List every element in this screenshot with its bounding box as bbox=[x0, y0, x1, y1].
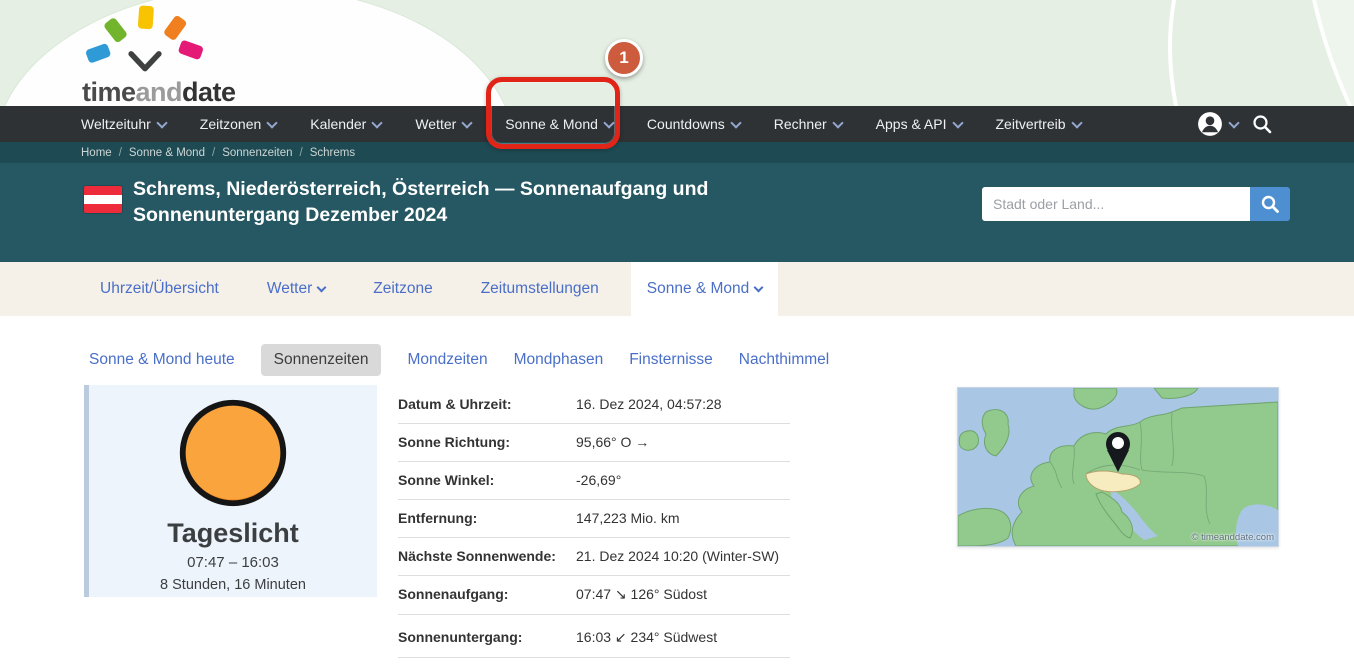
detail-row-datum-uhrzeit: Datum & Uhrzeit: 16. Dez 2024, 04:57:28 bbox=[398, 386, 790, 424]
location-search-input[interactable] bbox=[982, 187, 1250, 221]
detail-row-sonne-winkel: Sonne Winkel: -26,69° bbox=[398, 462, 790, 500]
breadcrumb-home[interactable]: Home bbox=[81, 147, 112, 159]
breadcrumb-separator: / bbox=[300, 147, 303, 159]
subtab-sonnenzeiten[interactable]: Sonnenzeiten bbox=[261, 344, 382, 376]
austria-flag-icon bbox=[84, 186, 122, 213]
page-header: Schrems, Niederösterreich, Österreich — … bbox=[0, 163, 1354, 262]
user-icon bbox=[1197, 111, 1223, 137]
nav-item-rechner[interactable]: Rechner bbox=[774, 116, 842, 132]
tab-zeitzone[interactable]: Zeitzone bbox=[357, 262, 448, 316]
sun-details-table: Datum & Uhrzeit: 16. Dez 2024, 04:57:28 … bbox=[398, 386, 790, 658]
chevron-down-icon bbox=[462, 117, 473, 128]
subtab-sonne-mond-heute[interactable]: Sonne & Mond heute bbox=[89, 344, 235, 376]
subtab-nachthimmel[interactable]: Nachthimmel bbox=[739, 344, 829, 376]
chevron-down-icon bbox=[1228, 117, 1239, 128]
chevron-down-icon bbox=[317, 283, 327, 293]
detail-label: Nächste Sonnenwende: bbox=[398, 548, 576, 564]
logo-wordmark: timeanddate bbox=[82, 77, 236, 106]
detail-row-sonne-richtung: Sonne Richtung: 95,66° O → bbox=[398, 424, 790, 462]
chevron-down-icon bbox=[267, 117, 278, 128]
account-menu[interactable] bbox=[1197, 111, 1238, 137]
annotation-highlight-rect bbox=[486, 77, 620, 149]
detail-value: 16:03 ↙ 234° Südwest bbox=[576, 629, 717, 646]
sun-moon-subtabs: Sonne & Mond heute Sonnenzeiten Mondzeit… bbox=[89, 344, 829, 376]
breadcrumb-sonne-mond[interactable]: Sonne & Mond bbox=[129, 147, 205, 159]
page: timeanddate Weltzeituhr Zeitzonen Kalend… bbox=[0, 0, 1354, 669]
breadcrumb-separator: / bbox=[119, 147, 122, 159]
daylight-time-range: 07:47 – 16:03 bbox=[89, 554, 377, 571]
main-navigation: Weltzeituhr Zeitzonen Kalender Wetter So… bbox=[0, 106, 1354, 142]
detail-label: Sonne Winkel: bbox=[398, 472, 576, 488]
detail-value: 07:47 ↘ 126° Südost bbox=[576, 586, 707, 603]
nav-item-countdowns[interactable]: Countdowns bbox=[647, 116, 740, 132]
detail-label: Sonnenuntergang: bbox=[398, 629, 576, 645]
tab-uhrzeit-uebersicht[interactable]: Uhrzeit/Übersicht bbox=[84, 262, 235, 316]
chevron-down-icon bbox=[754, 283, 764, 293]
chevron-down-icon bbox=[952, 117, 963, 128]
tab-wetter[interactable]: Wetter bbox=[251, 262, 341, 316]
search-icon bbox=[1260, 194, 1280, 214]
subtab-mondphasen[interactable]: Mondphasen bbox=[514, 344, 604, 376]
location-search-button[interactable] bbox=[1250, 187, 1290, 221]
detail-row-entfernung: Entfernung: 147,223 Mio. km bbox=[398, 500, 790, 538]
nav-item-weltzeituhr[interactable]: Weltzeituhr bbox=[81, 116, 166, 132]
breadcrumb: Home / Sonne & Mond / Sonnenzeiten / Sch… bbox=[0, 142, 1354, 163]
detail-label: Sonne Richtung: bbox=[398, 434, 576, 450]
detail-value: 16. Dez 2024, 04:57:28 bbox=[576, 396, 722, 412]
europe-map bbox=[958, 388, 1278, 546]
detail-value: 147,223 Mio. km bbox=[576, 510, 680, 526]
detail-value: -26,69° bbox=[576, 472, 621, 488]
tab-sonne-mond[interactable]: Sonne & Mond bbox=[631, 262, 779, 316]
nav-item-wetter[interactable]: Wetter bbox=[415, 116, 471, 132]
nav-item-apps-api[interactable]: Apps & API bbox=[876, 116, 962, 132]
map-copyright: © timeanddate.com bbox=[1191, 532, 1274, 543]
chevron-down-icon bbox=[156, 117, 167, 128]
chevron-down-icon bbox=[372, 117, 383, 128]
daylight-card: Tageslicht 07:47 – 16:03 8 Stunden, 16 M… bbox=[84, 385, 377, 597]
top-band: timeanddate bbox=[0, 0, 1354, 106]
chevron-down-icon bbox=[730, 117, 741, 128]
daylight-duration: 8 Stunden, 16 Minuten bbox=[89, 577, 377, 593]
location-map[interactable]: © timeanddate.com bbox=[957, 387, 1279, 547]
chevron-down-icon bbox=[1071, 117, 1082, 128]
breadcrumb-sonnenzeiten[interactable]: Sonnenzeiten bbox=[222, 147, 292, 159]
nav-item-zeitzonen[interactable]: Zeitzonen bbox=[200, 116, 276, 132]
nav-item-zeitvertreib[interactable]: Zeitvertreib bbox=[996, 116, 1081, 132]
timeanddate-logo[interactable]: timeanddate bbox=[80, 4, 236, 106]
sun-icon bbox=[175, 395, 291, 511]
detail-value: 95,66° O → bbox=[576, 434, 649, 450]
detail-label: Entfernung: bbox=[398, 510, 576, 526]
chevron-down-icon bbox=[832, 117, 843, 128]
annotation-step-badge: 1 bbox=[605, 39, 643, 77]
location-search bbox=[982, 187, 1290, 221]
detail-label: Sonnenaufgang: bbox=[398, 586, 576, 602]
subtab-finsternisse[interactable]: Finsternisse bbox=[629, 344, 713, 376]
subtab-mondzeiten[interactable]: Mondzeiten bbox=[407, 344, 487, 376]
detail-label: Datum & Uhrzeit: bbox=[398, 396, 576, 412]
page-title: Schrems, Niederösterreich, Österreich — … bbox=[133, 177, 783, 229]
decorative-curves bbox=[954, 0, 1354, 106]
detail-row-sonnenuntergang: Sonnenuntergang: 16:03 ↙ 234° Südwest bbox=[398, 615, 790, 658]
timeanddate-logo-icon bbox=[80, 4, 210, 76]
detail-row-naechste-sonnenwende: Nächste Sonnenwende: 21. Dez 2024 10:20 … bbox=[398, 538, 790, 576]
search-icon[interactable] bbox=[1252, 114, 1272, 134]
breadcrumb-schrems[interactable]: Schrems bbox=[310, 147, 355, 159]
breadcrumb-separator: / bbox=[212, 147, 215, 159]
nav-item-kalender[interactable]: Kalender bbox=[310, 116, 381, 132]
detail-row-sonnenaufgang: Sonnenaufgang: 07:47 ↘ 126° Südost bbox=[398, 576, 790, 615]
detail-value: 21. Dez 2024 10:20 (Winter-SW) bbox=[576, 548, 779, 564]
daylight-title: Tageslicht bbox=[89, 518, 377, 549]
decorative-arch bbox=[0, 0, 516, 106]
city-tabs: Uhrzeit/Übersicht Wetter Zeitzone Zeitum… bbox=[0, 262, 1354, 316]
tab-zeitumstellungen[interactable]: Zeitumstellungen bbox=[465, 262, 615, 316]
